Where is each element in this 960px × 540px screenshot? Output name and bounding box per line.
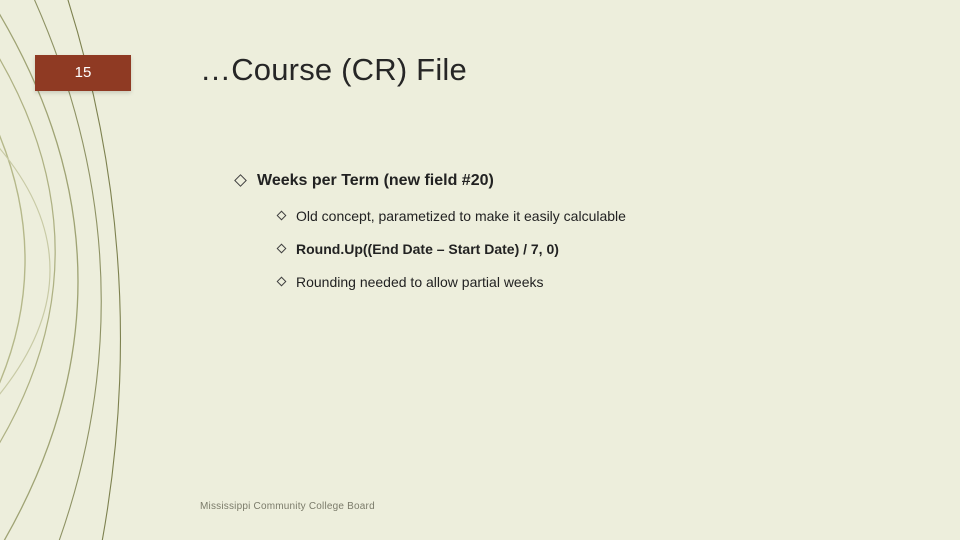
diamond-bullet-icon	[277, 277, 287, 287]
bullet-heading: Weeks per Term (new field #20)	[257, 172, 494, 190]
bullet-item-text: Rounding needed to allow partial weeks	[296, 274, 544, 290]
bullet-item-text: Round.Up((End Date – Start Date) / 7, 0)	[296, 241, 559, 257]
bullet-item-text: Old concept, parametized to make it easi…	[296, 208, 626, 224]
diamond-bullet-icon	[234, 174, 247, 187]
diamond-bullet-icon	[277, 211, 287, 221]
diamond-bullet-icon	[277, 244, 287, 254]
footer-text: Mississippi Community College Board	[200, 501, 375, 512]
bullet-level2: Round.Up((End Date – Start Date) / 7, 0)	[278, 241, 900, 257]
bullet-level1: Weeks per Term (new field #20)	[236, 172, 900, 190]
slide-number: 15	[75, 64, 92, 81]
bullet-level2: Old concept, parametized to make it easi…	[278, 208, 900, 224]
content-block: Weeks per Term (new field #20) Old conce…	[236, 172, 900, 307]
slide-number-tab: 15	[35, 55, 131, 91]
page-title: …Course (CR) File	[200, 52, 467, 88]
bullet-level2: Rounding needed to allow partial weeks	[278, 274, 900, 290]
